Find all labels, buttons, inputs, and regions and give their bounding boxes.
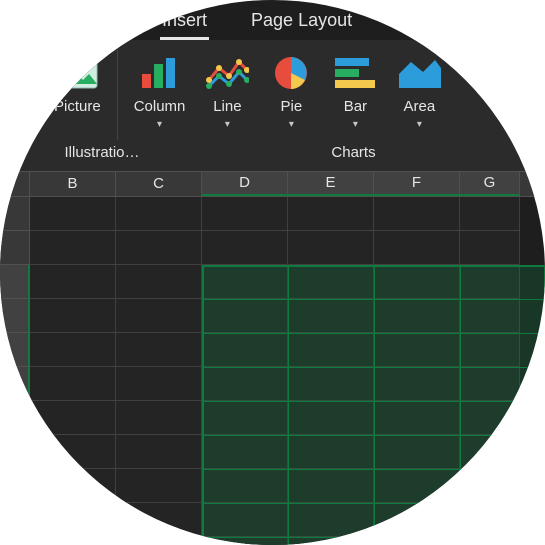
column-chart-icon	[138, 54, 182, 92]
column-header-g[interactable]: G	[460, 172, 520, 196]
chevron-down-icon: ▾	[157, 119, 162, 130]
insert-column-chart-button[interactable]: Column ▾	[124, 50, 196, 132]
ribbon-groups: Picture Column ▾	[0, 50, 545, 140]
column-header-e[interactable]: E	[288, 172, 374, 196]
column-chart-label: Column	[134, 98, 186, 115]
row-header[interactable]	[0, 367, 30, 401]
cell[interactable]	[374, 231, 460, 265]
cell[interactable]	[30, 333, 116, 367]
row-header[interactable]	[0, 265, 30, 299]
tab-insert[interactable]: Insert	[160, 6, 209, 40]
cell[interactable]	[116, 435, 202, 469]
group-label-charts: Charts	[162, 144, 545, 161]
cell[interactable]	[460, 197, 520, 231]
column-header-d[interactable]: D	[202, 172, 288, 196]
cell[interactable]	[116, 367, 202, 401]
cell[interactable]	[374, 197, 460, 231]
chevron-down-icon: ▾	[417, 119, 422, 130]
bar-chart-icon	[333, 54, 377, 92]
picture-icon	[55, 54, 99, 92]
cell[interactable]	[30, 265, 116, 299]
cell[interactable]	[30, 197, 116, 231]
column-header-f[interactable]: F	[374, 172, 460, 196]
cell[interactable]	[30, 537, 116, 545]
ribbon-group-labels: Illustratio… Charts	[0, 140, 545, 165]
chevron-down-icon: ▾	[353, 119, 358, 130]
cell[interactable]	[30, 299, 116, 333]
cell[interactable]	[116, 299, 202, 333]
row-header[interactable]	[0, 333, 30, 367]
insert-picture-button[interactable]: Picture	[0, 50, 111, 117]
cell[interactable]	[30, 401, 116, 435]
cell[interactable]	[30, 503, 116, 537]
chevron-down-icon: ▾	[289, 119, 294, 130]
select-all-corner[interactable]	[0, 172, 30, 196]
insert-pie-chart-button[interactable]: Pie ▾	[259, 50, 323, 132]
cell[interactable]	[116, 503, 202, 537]
cell[interactable]	[30, 469, 116, 503]
insert-line-chart-button[interactable]: Line ▾	[195, 50, 259, 132]
column-headers: B C D E F G	[0, 171, 545, 197]
cell[interactable]	[116, 537, 202, 545]
spreadsheet-grid[interactable]	[0, 197, 545, 545]
cell[interactable]	[30, 435, 116, 469]
pie-chart-label: Pie	[281, 98, 303, 115]
chevron-down-icon: ▾	[225, 119, 230, 130]
cell[interactable]	[202, 231, 288, 265]
insert-bar-chart-button[interactable]: Bar ▾	[323, 50, 387, 132]
row-header[interactable]	[0, 537, 30, 545]
column-header-b[interactable]: B	[30, 172, 116, 196]
ribbon: Picture Column ▾	[0, 40, 545, 171]
app-frame: Insert Page Layout Picture	[0, 0, 545, 545]
line-chart-label: Line	[213, 98, 241, 115]
ribbon-tabs: Insert Page Layout	[0, 0, 545, 40]
column-header-c[interactable]: C	[116, 172, 202, 196]
row-header[interactable]	[0, 401, 30, 435]
row-header[interactable]	[0, 299, 30, 333]
cell[interactable]	[460, 231, 520, 265]
cell[interactable]	[116, 333, 202, 367]
tab-page-layout[interactable]: Page Layout	[249, 6, 354, 40]
area-chart-label: Area	[404, 98, 436, 115]
bar-chart-label: Bar	[344, 98, 367, 115]
row-header[interactable]	[0, 435, 30, 469]
row-header[interactable]	[0, 231, 30, 265]
pie-chart-icon	[269, 54, 313, 92]
cell[interactable]	[30, 367, 116, 401]
cell[interactable]	[116, 231, 202, 265]
grid-row	[0, 197, 545, 231]
row-header[interactable]	[0, 503, 30, 537]
cell[interactable]	[202, 197, 288, 231]
cell[interactable]	[116, 265, 202, 299]
group-separator	[117, 50, 118, 140]
row-header[interactable]	[0, 469, 30, 503]
cell[interactable]	[116, 469, 202, 503]
circular-crop: Insert Page Layout Picture	[0, 0, 545, 545]
grid-row	[0, 231, 545, 265]
cell[interactable]	[116, 401, 202, 435]
row-header[interactable]	[0, 197, 30, 231]
cell[interactable]	[30, 231, 116, 265]
cell[interactable]	[116, 197, 202, 231]
insert-area-chart-button[interactable]: Area ▾	[387, 50, 451, 132]
area-chart-icon	[397, 54, 441, 92]
cell[interactable]	[288, 231, 374, 265]
line-chart-icon	[205, 54, 249, 92]
picture-label: Picture	[54, 98, 101, 115]
group-label-illustrations: Illustratio…	[0, 144, 162, 161]
cell[interactable]	[288, 197, 374, 231]
